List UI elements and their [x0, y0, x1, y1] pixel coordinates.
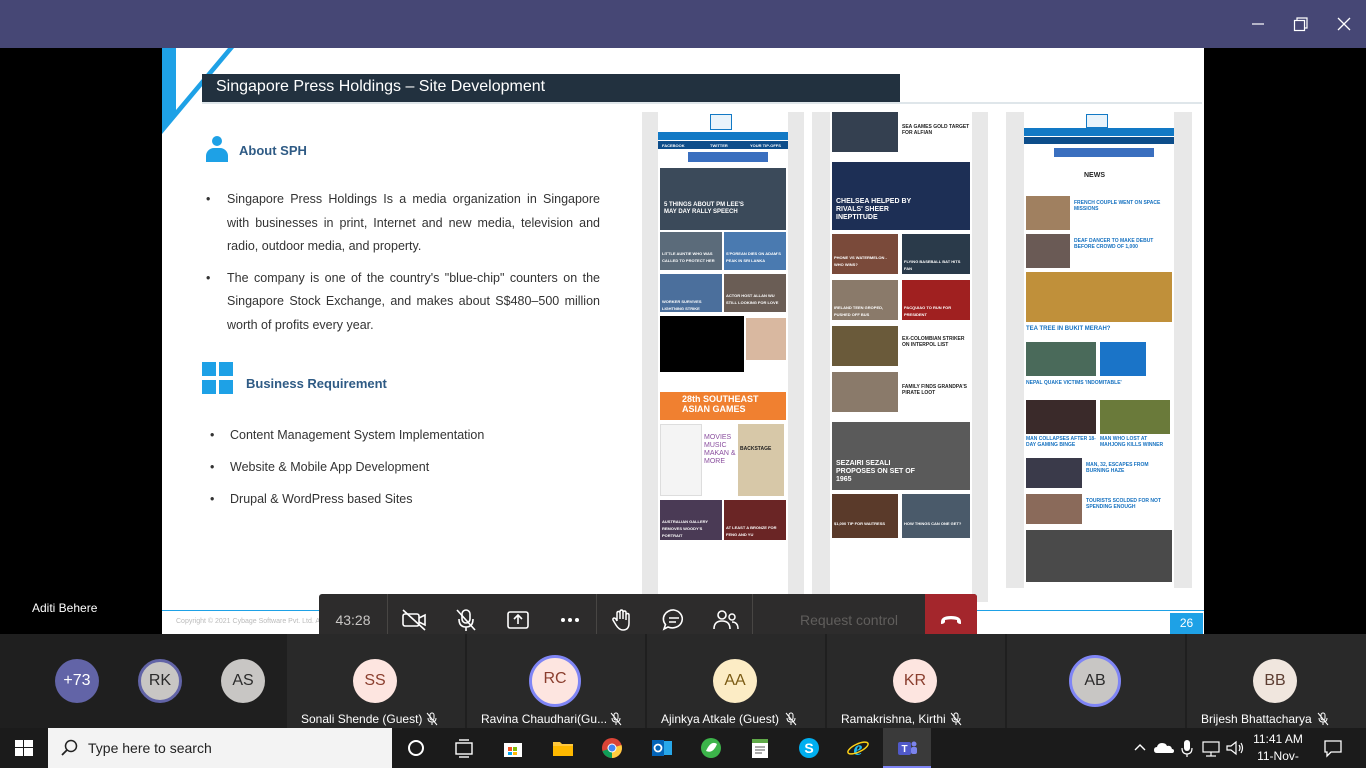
about-heading: About SPH — [239, 143, 307, 158]
avatar[interactable]: RK — [138, 659, 182, 703]
volume-icon[interactable] — [1223, 736, 1247, 760]
football-photo: CHELSEA HELPED BY RIVALS' SHEER INEPTITU… — [832, 162, 970, 230]
windows-start-icon[interactable] — [12, 736, 36, 760]
internet-explorer-icon[interactable]: e — [846, 736, 870, 760]
svg-text:S: S — [804, 740, 813, 756]
requirement-list: Content Management System Implementation… — [210, 426, 604, 522]
notepad-icon[interactable] — [748, 736, 772, 760]
mic-off-icon — [784, 712, 798, 726]
participant-name: Ramakrishna, Kirthi — [841, 712, 946, 726]
search-placeholder: Type here to search — [88, 740, 212, 756]
clock-date: 11-Nov-21 — [1257, 749, 1299, 768]
participant-name: Ravina Chaudhari(Gu... — [481, 712, 608, 726]
mic-off-icon — [949, 712, 963, 726]
site-logo — [1086, 114, 1108, 128]
search-icon — [60, 738, 80, 758]
mic-off-icon — [609, 712, 623, 726]
file-explorer-icon[interactable] — [551, 736, 575, 760]
participant-name: Sonali Shende (Guest) — [301, 712, 423, 726]
close-icon[interactable] — [1330, 10, 1358, 38]
mobile-screenshot-2: SEA GAMES GOLD TARGET FOR ALFIAN CHELSEA… — [812, 112, 988, 602]
more-options-icon[interactable] — [554, 604, 586, 636]
participant-tile[interactable]: KR Ramakrishna, Kirthi — [827, 634, 1005, 728]
outlook-icon[interactable] — [650, 736, 674, 760]
windows-taskbar: Type here to search S e T 11:41 AM 11-No… — [0, 728, 1366, 768]
slide-title: Singapore Press Holdings – Site Developm… — [216, 78, 546, 95]
camera-off-icon[interactable] — [398, 604, 430, 636]
shared-screen-stage: Singapore Press Holdings – Site Developm… — [0, 48, 1366, 646]
sea-games-banner: 28th SOUTHEAST ASIAN GAMES — [660, 392, 786, 420]
site-logo — [710, 114, 732, 130]
app-green-icon[interactable] — [699, 736, 723, 760]
svg-text:e: e — [854, 738, 863, 760]
title-bar — [0, 0, 1366, 48]
puzzle-icon — [202, 362, 234, 396]
participants-icon[interactable] — [710, 604, 742, 636]
presentation-slide: Singapore Press Holdings – Site Developm… — [162, 48, 1204, 634]
mic-off-icon — [425, 712, 439, 726]
about-point: The company is one of the country's "blu… — [206, 267, 600, 338]
person-icon — [206, 136, 228, 162]
clock-time: 11:41 AM — [1253, 732, 1303, 746]
requirement-item: Website & Mobile App Development — [210, 458, 604, 490]
chevron-up-icon[interactable] — [1128, 736, 1152, 760]
participants-strip: +73 RK AS SS Sonali Shende (Guest) RC Ra… — [0, 634, 1366, 728]
cortana-icon[interactable] — [404, 736, 428, 760]
about-point: Singapore Press Holdings Is a media orga… — [206, 188, 600, 259]
participant-tile[interactable]: SS Sonali Shende (Guest) — [287, 634, 465, 728]
avatar: BB — [1253, 659, 1297, 703]
requirement-item: Drupal & WordPress based Sites — [210, 490, 604, 522]
share-screen-icon[interactable] — [502, 604, 534, 636]
notification-icon[interactable] — [1321, 736, 1345, 760]
network-icon[interactable] — [1199, 736, 1223, 760]
active-speaker-name: Aditi Behere — [32, 601, 98, 615]
svg-text:T: T — [901, 744, 907, 755]
participant-tile[interactable]: BB Brijesh Bhattacharya — [1187, 634, 1366, 728]
avatar: AB — [1069, 655, 1121, 707]
chat-icon[interactable] — [658, 604, 690, 636]
mic-off-icon — [1316, 712, 1330, 726]
task-view-icon[interactable] — [452, 736, 476, 760]
avatar[interactable]: AS — [221, 659, 265, 703]
teams-icon: T — [895, 736, 919, 760]
skype-icon[interactable]: S — [797, 736, 821, 760]
mic-off-icon[interactable] — [450, 604, 482, 636]
participant-name: Ajinkya Atkale (Guest) — [661, 712, 780, 726]
mobile-screenshot-3: NEWS FRENCH COUPLE WENT ON SPACE MISSION… — [1006, 112, 1192, 588]
taskbar-search-box[interactable]: Type here to search — [48, 728, 392, 768]
participant-name: Brijesh Bhattacharya — [1201, 712, 1312, 726]
mobile-screenshot-1: FACEBOOK TWITTER YOUR TIP-OFFS 5 THINGS … — [642, 112, 804, 602]
onedrive-icon[interactable] — [1152, 736, 1176, 760]
participant-tile[interactable]: AB — [1007, 634, 1185, 728]
slide-page-number: 26 — [1170, 613, 1203, 634]
store-icon[interactable] — [501, 736, 525, 760]
headline-photo: 5 THINGS ABOUT PM LEE'S MAY DAY RALLY SP… — [660, 168, 786, 230]
minimize-icon[interactable] — [1244, 10, 1272, 38]
mic-icon[interactable] — [1175, 736, 1199, 760]
participant-tile[interactable]: RC Ravina Chaudhari(Gu... — [467, 634, 645, 728]
raise-hand-icon[interactable] — [606, 604, 638, 636]
overflow-participants-button[interactable]: +73 — [55, 659, 99, 703]
avatar: RC — [529, 655, 581, 707]
about-list: Singapore Press Holdings Is a media orga… — [206, 188, 600, 345]
avatar: KR — [893, 659, 937, 703]
maximize-icon[interactable] — [1286, 10, 1314, 38]
avatar: SS — [353, 659, 397, 703]
requirement-item: Content Management System Implementation — [210, 426, 604, 458]
requirement-heading: Business Requirement — [246, 376, 387, 391]
teams-meeting-window: Singapore Press Holdings – Site Developm… — [0, 0, 1366, 768]
clock[interactable]: 11:41 AM 11-Nov-21 — [1252, 731, 1304, 768]
participant-tile[interactable]: AA Ajinkya Atkale (Guest) — [647, 634, 825, 728]
teams-taskbar-button[interactable]: T — [883, 728, 931, 768]
avatar: AA — [713, 659, 757, 703]
chrome-icon[interactable] — [600, 736, 624, 760]
